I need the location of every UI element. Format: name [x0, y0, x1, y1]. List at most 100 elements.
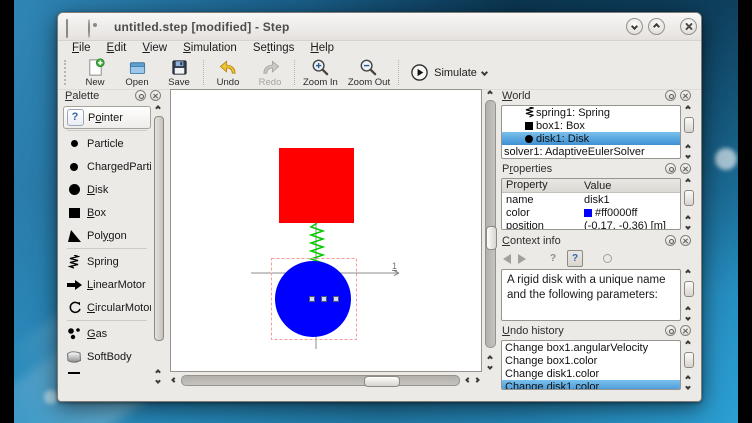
simulate-button[interactable]: Simulate — [402, 56, 495, 89]
palette-scrollbar[interactable] — [153, 106, 166, 386]
palette-item-pointer[interactable]: ? Pointer — [63, 106, 151, 129]
panel-detach-icon[interactable] — [665, 325, 676, 336]
menu-simulation[interactable]: Simulation — [175, 41, 245, 55]
undo-item[interactable]: Change box1.color — [502, 354, 680, 367]
scroll-up-icon[interactable] — [487, 355, 493, 361]
scrollbar-thumb[interactable] — [364, 376, 400, 387]
zoom-in-button[interactable]: Zoom In — [298, 56, 343, 89]
scroll-up-icon[interactable] — [685, 306, 691, 312]
panel-detach-icon[interactable] — [135, 90, 146, 101]
panel-close-icon[interactable] — [680, 90, 691, 101]
world-scrollbar[interactable] — [683, 105, 696, 160]
maximize-button[interactable] — [648, 18, 665, 35]
help-icon[interactable]: ? — [546, 251, 560, 266]
window-menu-icon[interactable] — [88, 20, 102, 34]
disk-handle[interactable] — [310, 297, 315, 302]
open-button[interactable]: Open — [116, 56, 158, 89]
scrollbar-thumb[interactable] — [684, 190, 694, 206]
undo-item-current[interactable]: Change disk1.color — [502, 380, 680, 390]
scroll-down-icon[interactable] — [685, 315, 691, 321]
scrollbar-track[interactable] — [181, 375, 460, 386]
context-scrollbar[interactable] — [683, 269, 696, 322]
minimize-button[interactable] — [626, 18, 643, 35]
new-button[interactable]: New — [74, 56, 116, 89]
scroll-up-icon[interactable] — [155, 105, 161, 111]
app-icon[interactable] — [66, 20, 80, 34]
undo-item[interactable]: Change disk1.color — [502, 367, 680, 380]
record-icon[interactable] — [603, 254, 612, 263]
save-button[interactable]: Save — [158, 56, 200, 89]
menu-file[interactable]: File — [64, 41, 99, 55]
scroll-up-icon[interactable] — [685, 105, 691, 111]
undo-scrollbar[interactable] — [683, 340, 696, 391]
palette-item-linearmotor[interactable]: LinearMotor — [63, 273, 151, 296]
palette-item-softbody[interactable]: SoftBody — [63, 345, 151, 368]
zoom-out-button[interactable]: Zoom Out — [343, 56, 395, 89]
world-item-solver1[interactable]: solver1: AdaptiveEulerSolver — [502, 145, 680, 158]
menu-settings[interactable]: Settings — [245, 41, 303, 55]
scene-canvas[interactable]: 1 — [170, 89, 482, 372]
redo-button[interactable]: Redo — [249, 56, 291, 89]
scroll-up-icon[interactable] — [685, 144, 691, 150]
scroll-up-icon[interactable] — [685, 215, 691, 221]
help-active-icon[interactable]: ? — [567, 250, 583, 267]
palette-item-circularmotor[interactable]: CircularMotor — [63, 296, 151, 319]
panel-close-icon[interactable] — [680, 235, 691, 246]
scrollbar-track[interactable] — [485, 100, 496, 348]
canvas-hscrollbar[interactable] — [170, 374, 482, 387]
menu-help[interactable]: Help — [302, 41, 342, 55]
scroll-right-icon[interactable] — [474, 377, 480, 383]
panel-detach-icon[interactable] — [665, 163, 676, 174]
panel-close-icon[interactable] — [150, 90, 161, 101]
scroll-up-icon[interactable] — [685, 269, 691, 275]
palette-item-chargedparticle[interactable]: ChargedParticle — [63, 155, 151, 178]
panel-detach-icon[interactable] — [665, 90, 676, 101]
menu-edit[interactable]: Edit — [99, 41, 135, 55]
titlebar[interactable]: untitled.step [modified] - Step — [58, 13, 701, 41]
menu-view[interactable]: View — [134, 41, 175, 55]
scrollbar-thumb[interactable] — [486, 226, 497, 250]
panel-close-icon[interactable] — [680, 325, 691, 336]
scrollbar-thumb[interactable] — [154, 116, 164, 341]
scroll-up-icon[interactable] — [155, 369, 161, 375]
world-item-box1[interactable]: box1: Box — [502, 119, 680, 132]
palette-item-disk[interactable]: Disk — [63, 178, 151, 201]
scroll-up-icon[interactable] — [487, 90, 493, 96]
scroll-up-icon[interactable] — [685, 340, 691, 346]
undo-button[interactable]: Undo — [207, 56, 249, 89]
properties-scrollbar[interactable] — [683, 178, 696, 231]
palette-item-polygon[interactable]: Polygon — [63, 224, 151, 247]
scroll-left-icon[interactable] — [171, 377, 177, 383]
panel-close-icon[interactable] — [680, 163, 691, 174]
forward-arrow-icon[interactable] — [518, 254, 526, 264]
scroll-up-icon[interactable] — [685, 375, 691, 381]
disk-handle[interactable] — [334, 297, 339, 302]
canvas-vscrollbar[interactable] — [484, 89, 497, 372]
world-item-spring1[interactable]: spring1: Spring — [502, 106, 680, 119]
scrollbar-thumb[interactable] — [684, 117, 694, 133]
scroll-down-icon[interactable] — [685, 153, 691, 159]
palette-item-box[interactable]: Box — [63, 201, 151, 224]
toolbar-handle[interactable] — [64, 60, 72, 85]
palette-item-gas[interactable]: Gas — [63, 322, 151, 345]
scroll-down-icon[interactable] — [155, 378, 161, 384]
property-row-color[interactable]: color #ff0000ff — [502, 206, 680, 219]
palette-item-particle[interactable]: Particle — [63, 132, 151, 155]
palette-item-spring[interactable]: Spring — [63, 250, 151, 273]
close-button[interactable] — [680, 18, 697, 35]
scroll-down-icon[interactable] — [685, 384, 691, 390]
scrollbar-thumb[interactable] — [684, 281, 694, 297]
scrollbar-thumb[interactable] — [684, 352, 694, 368]
back-arrow-icon[interactable] — [503, 254, 511, 264]
scroll-down-icon[interactable] — [685, 224, 691, 230]
scroll-left-icon[interactable] — [465, 377, 471, 383]
scene-box1[interactable] — [279, 148, 354, 223]
property-row-name[interactable]: name disk1 — [502, 193, 680, 206]
panel-detach-icon[interactable] — [665, 235, 676, 246]
property-row-position[interactable]: position (-0.17, -0.36) [m] — [502, 219, 680, 230]
world-item-disk1[interactable]: disk1: Disk — [502, 132, 680, 145]
disk-handle[interactable] — [322, 297, 327, 302]
palette-item-partial[interactable] — [63, 368, 151, 374]
undo-item[interactable]: Change box1.angularVelocity — [502, 341, 680, 354]
scroll-down-icon[interactable] — [487, 364, 493, 370]
